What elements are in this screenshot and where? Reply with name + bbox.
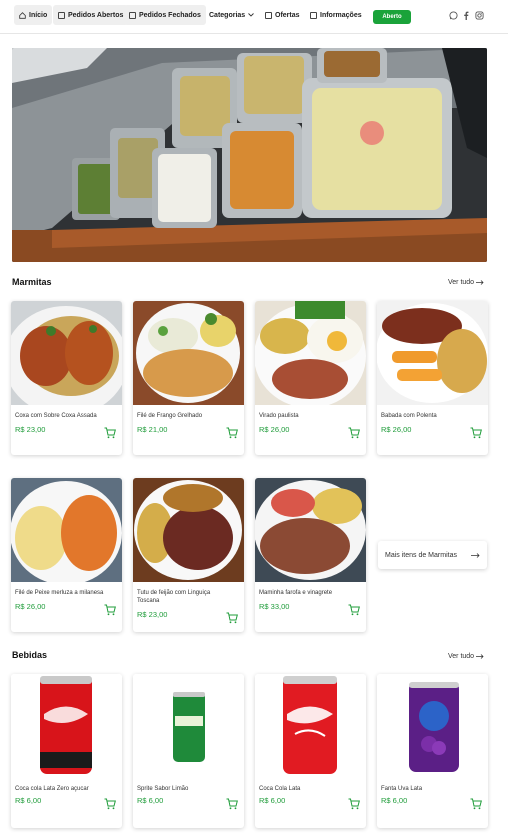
product-image xyxy=(11,478,122,582)
nav-pedidos-abertos-label: Pedidos Abertos xyxy=(68,11,124,19)
product-name: Maminha farofa e vinagrete xyxy=(259,590,333,596)
hero-banner xyxy=(12,48,487,262)
product-price: R$ 23,00 xyxy=(137,610,168,619)
product-card[interactable]: Fanta Uva Lata R$ 6,00 xyxy=(377,674,488,828)
product-card[interactable]: Sprite Sabor Limão R$ 6,00 xyxy=(133,674,244,828)
nav-inicio[interactable]: Início xyxy=(14,5,53,25)
product-image xyxy=(11,301,122,405)
product-price: R$ 33,00 xyxy=(259,602,290,611)
see-all-label: Ver tudo xyxy=(448,653,475,660)
whatsapp-icon[interactable] xyxy=(449,11,458,20)
product-name: Coca cola Lata Zero açucar xyxy=(15,786,89,792)
nav-inicio-label: Início xyxy=(29,11,48,19)
product-price: R$ 6,00 xyxy=(137,796,164,805)
product-image xyxy=(133,478,244,582)
nav-ofertas[interactable]: Ofertas xyxy=(260,5,305,25)
product-name: Filé de Frango Grelhado xyxy=(137,413,203,419)
see-all-bebidas-link[interactable]: Ver tudo xyxy=(448,653,484,660)
can-image-coca-cola xyxy=(255,674,366,778)
nav-ofertas-label: Ofertas xyxy=(275,11,300,19)
add-to-cart-icon[interactable] xyxy=(226,612,238,624)
tag-icon xyxy=(265,11,272,19)
list-icon xyxy=(58,11,65,19)
product-card[interactable]: Coca cola Lata Zero açucar R$ 6,00 xyxy=(11,674,122,828)
product-name: Sprite Sabor Limão xyxy=(137,786,189,792)
more-marmitas-label: Mais itens de Marmitas xyxy=(385,551,457,559)
nav-categorias[interactable]: Categorias xyxy=(204,5,259,25)
can-image-coca-zero xyxy=(11,674,122,778)
product-price: R$ 26,00 xyxy=(259,425,290,434)
add-to-cart-icon[interactable] xyxy=(348,798,360,810)
see-all-marmitas-link[interactable]: Ver tudo xyxy=(448,279,484,286)
product-card[interactable]: Coca Cola Lata R$ 6,00 xyxy=(255,674,366,828)
hero-food-image xyxy=(12,48,487,262)
add-to-cart-icon[interactable] xyxy=(226,427,238,439)
add-to-cart-icon[interactable] xyxy=(104,798,116,810)
add-to-cart-icon[interactable] xyxy=(470,798,482,810)
facebook-icon[interactable] xyxy=(463,11,469,20)
product-price: R$ 6,00 xyxy=(15,796,42,805)
nav-categorias-label: Categorias xyxy=(209,11,246,19)
nav-informacoes-label: Informações xyxy=(320,11,362,19)
product-price: R$ 21,00 xyxy=(137,425,168,434)
add-to-cart-icon[interactable] xyxy=(470,427,482,439)
home-icon xyxy=(19,11,26,19)
product-image xyxy=(255,478,366,582)
product-price: R$ 26,00 xyxy=(15,602,46,611)
product-card[interactable]: Babada com Polenta R$ 26,00 xyxy=(377,301,488,455)
see-all-label: Ver tudo xyxy=(448,279,475,286)
nav-pedidos-fechados-label: Pedidos Fechados xyxy=(139,11,201,19)
add-to-cart-icon[interactable] xyxy=(226,798,238,810)
nav-informacoes[interactable]: Informações xyxy=(305,5,367,25)
chevron-down-icon xyxy=(248,13,255,17)
product-name: Tutu de feijão com Linguiça Toscana xyxy=(137,590,211,604)
product-price: R$ 6,00 xyxy=(381,796,408,805)
product-name: Coca Cola Lata xyxy=(259,786,301,792)
arrow-right-icon xyxy=(476,654,484,659)
product-card[interactable]: Maminha farofa e vinagrete R$ 33,00 xyxy=(255,478,366,632)
product-name: Babada com Polenta xyxy=(381,413,437,419)
section-title-bebidas: Bebidas xyxy=(12,650,48,660)
arrow-right-icon xyxy=(476,280,484,285)
list-icon xyxy=(129,11,136,19)
add-to-cart-icon[interactable] xyxy=(348,427,360,439)
top-navbar: Início Pedidos Abertos Pedidos Fechados … xyxy=(0,0,508,34)
product-image xyxy=(255,301,366,405)
section-title-marmitas: Marmitas xyxy=(12,277,52,287)
info-icon xyxy=(310,11,317,19)
product-image xyxy=(133,301,244,405)
product-card[interactable]: Coxa com Sobre Coxa Assada R$ 23,00 xyxy=(11,301,122,455)
product-card[interactable]: Virado paulista R$ 26,00 xyxy=(255,301,366,455)
product-name: Filé de Peixe merluza a milanesa xyxy=(15,590,104,596)
product-card[interactable]: Filé de Peixe merluza a milanesa R$ 26,0… xyxy=(11,478,122,632)
add-to-cart-icon[interactable] xyxy=(348,604,360,616)
can-image-fanta-uva xyxy=(377,674,488,778)
more-marmitas-button[interactable]: Mais itens de Marmitas xyxy=(378,541,487,569)
nav-pedidos-abertos[interactable]: Pedidos Abertos xyxy=(53,5,129,25)
add-to-cart-icon[interactable] xyxy=(104,604,116,616)
product-price: R$ 26,00 xyxy=(381,425,412,434)
product-name: Virado paulista xyxy=(259,413,299,419)
nav-pedidos-fechados[interactable]: Pedidos Fechados xyxy=(124,5,206,25)
product-price: R$ 6,00 xyxy=(259,796,286,805)
can-image-sprite xyxy=(133,674,244,778)
product-card[interactable]: Tutu de feijão com Linguiça Toscana R$ 2… xyxy=(133,478,244,632)
product-card[interactable]: Filé de Frango Grelhado R$ 21,00 xyxy=(133,301,244,455)
status-badge[interactable]: Aberto xyxy=(373,10,411,24)
product-name: Coxa com Sobre Coxa Assada xyxy=(15,413,97,419)
product-price: R$ 23,00 xyxy=(15,425,46,434)
product-name: Fanta Uva Lata xyxy=(381,786,423,792)
instagram-icon[interactable] xyxy=(475,11,484,20)
add-to-cart-icon[interactable] xyxy=(104,427,116,439)
product-image xyxy=(377,301,488,405)
arrow-right-icon xyxy=(471,552,480,558)
